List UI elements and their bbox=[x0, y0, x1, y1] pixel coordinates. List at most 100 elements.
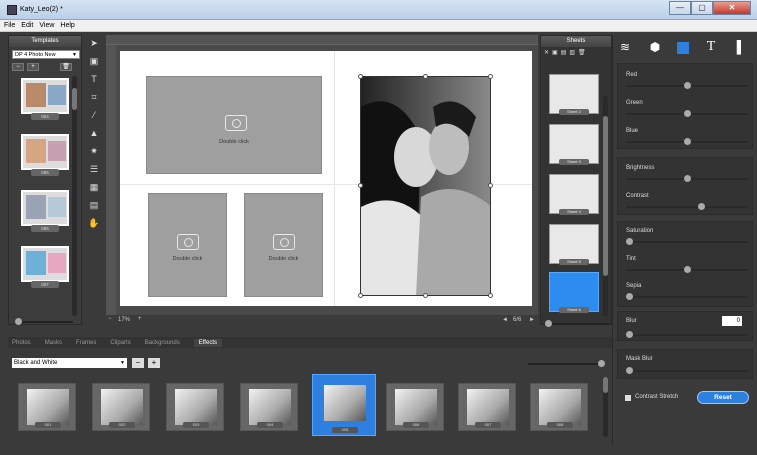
sheet-delete-button[interactable]: 🗑 bbox=[578, 49, 586, 56]
menu-bar: File Edit View Help bbox=[0, 20, 757, 32]
resize-handle[interactable] bbox=[488, 183, 493, 188]
text-tab-icon[interactable]: T bbox=[703, 39, 719, 55]
blur-slider[interactable] bbox=[626, 331, 748, 338]
effect-thumbnail-selected[interactable]: 005 bbox=[312, 374, 376, 436]
effect-thumbnail[interactable]: 002 bbox=[92, 383, 150, 431]
green-slider[interactable] bbox=[626, 110, 748, 117]
contrast-slider[interactable] bbox=[626, 203, 748, 210]
resize-handle[interactable] bbox=[423, 74, 428, 79]
photo-slot[interactable]: Double click bbox=[146, 76, 322, 174]
color-group: Red Green Blue bbox=[617, 63, 753, 149]
sheet-thumbnail[interactable]: Sheet 3 bbox=[549, 124, 599, 165]
effect-remove-button[interactable]: − bbox=[132, 358, 144, 368]
vertical-ruler bbox=[106, 45, 116, 315]
template-delete-button[interactable]: 🗑 bbox=[60, 63, 72, 71]
frame-tool-icon[interactable]: ▣ bbox=[86, 53, 102, 69]
tab-effects[interactable]: Effects bbox=[193, 338, 222, 347]
light-tool-icon[interactable]: ✷ bbox=[86, 143, 102, 159]
resize-handle[interactable] bbox=[358, 293, 363, 298]
saturation-slider[interactable] bbox=[626, 238, 748, 245]
close-button[interactable]: ✕ bbox=[713, 1, 751, 15]
sheets-size-slider[interactable] bbox=[545, 320, 609, 327]
sheets-panel: Sheets ✕ ▣ ▤ ▥ 🗑 Sheet 2 Sheet 3 Sheet 4… bbox=[540, 35, 612, 327]
photo-slot[interactable]: Double click bbox=[148, 193, 227, 297]
menu-help[interactable]: Help bbox=[60, 22, 74, 29]
pointer-tool-icon[interactable]: ➤ bbox=[86, 35, 102, 51]
resize-handle[interactable] bbox=[358, 74, 363, 79]
template-item[interactable]: 007 bbox=[21, 246, 69, 288]
3d-box-tab-icon[interactable]: ⬢ bbox=[647, 39, 663, 55]
menu-view[interactable]: View bbox=[39, 22, 54, 29]
template-category-select[interactable]: DP 4 Photo New bbox=[12, 50, 80, 60]
text-tool-icon[interactable]: T bbox=[86, 71, 102, 87]
effect-add-button[interactable]: + bbox=[148, 358, 160, 368]
tint-slider[interactable] bbox=[626, 266, 748, 273]
blue-slider[interactable] bbox=[626, 138, 748, 145]
effect-thumbnail[interactable]: 008 bbox=[530, 383, 588, 431]
template-item[interactable]: 005 bbox=[21, 134, 69, 176]
effects-scrollbar[interactable] bbox=[603, 377, 608, 437]
grid-tool-icon[interactable]: ▦ bbox=[86, 179, 102, 195]
resize-handle[interactable] bbox=[488, 74, 493, 79]
sheet-copy-button[interactable]: ▤ bbox=[561, 49, 567, 56]
maximize-button[interactable]: ▢ bbox=[691, 1, 713, 15]
tab-photos[interactable]: Photos bbox=[12, 340, 31, 346]
adjust-tab-icon[interactable] bbox=[677, 42, 689, 54]
minimize-button[interactable]: — bbox=[669, 1, 691, 15]
list-tool-icon[interactable]: ☰ bbox=[86, 161, 102, 177]
sheet-thumbnail-selected[interactable]: Sheet 6 bbox=[549, 272, 599, 313]
reset-button[interactable]: Reset bbox=[697, 391, 749, 404]
tab-masks[interactable]: Masks bbox=[45, 340, 62, 346]
sheet-thumbnail[interactable]: Sheet 4 bbox=[549, 174, 599, 215]
sheet-thumbnail[interactable]: Sheet 5 bbox=[549, 224, 599, 265]
resize-handle[interactable] bbox=[488, 293, 493, 298]
effect-type-select[interactable]: Black and White bbox=[12, 358, 127, 368]
bottom-panel: Photos Masks Frames Cliparts Backgrounds… bbox=[8, 337, 612, 445]
prev-page-button[interactable]: ◄ bbox=[502, 317, 508, 323]
zoom-in-button[interactable]: + bbox=[138, 316, 142, 322]
next-page-button[interactable]: ► bbox=[529, 317, 535, 323]
effect-thumbnail[interactable]: 007 bbox=[458, 383, 516, 431]
layout-tool-icon[interactable]: ▤ bbox=[86, 197, 102, 213]
sheet-thumbnail[interactable]: Sheet 2 bbox=[549, 74, 599, 115]
tab-cliparts[interactable]: Cliparts bbox=[110, 340, 130, 346]
brightness-slider[interactable] bbox=[626, 175, 748, 182]
sheet-add-button[interactable]: ▣ bbox=[552, 49, 558, 56]
sheet-move-button[interactable]: ▥ bbox=[569, 49, 575, 56]
tab-frames[interactable]: Frames bbox=[76, 340, 96, 346]
blur-value-field[interactable]: 0 bbox=[722, 316, 742, 326]
photo-slot[interactable]: Double click bbox=[244, 193, 323, 297]
window-title: Katy_Leo(2) * bbox=[20, 6, 63, 13]
templates-size-slider[interactable] bbox=[15, 318, 73, 325]
sepia-slider[interactable] bbox=[626, 293, 748, 300]
sheets-scrollbar[interactable] bbox=[603, 96, 608, 316]
stamp-tool-icon[interactable]: ▲ bbox=[86, 125, 102, 141]
template-item[interactable]: 006 bbox=[21, 190, 69, 232]
resize-handle[interactable] bbox=[423, 293, 428, 298]
brush-tool-icon[interactable]: ⁄ bbox=[86, 107, 102, 123]
effect-thumbnail[interactable]: 004 bbox=[240, 383, 298, 431]
menu-file[interactable]: File bbox=[4, 22, 15, 29]
effect-thumbnail[interactable]: 006 bbox=[386, 383, 444, 431]
template-remove-button[interactable]: − bbox=[12, 63, 24, 71]
couple-photo[interactable] bbox=[360, 76, 491, 296]
template-item[interactable]: 004 bbox=[21, 78, 69, 120]
resize-handle[interactable] bbox=[358, 183, 363, 188]
thumb-size-slider[interactable] bbox=[528, 360, 605, 367]
templates-scrollbar[interactable] bbox=[72, 76, 77, 316]
sheet-remove-button[interactable]: ✕ bbox=[544, 49, 549, 56]
layers-tab-icon[interactable]: ≋ bbox=[617, 39, 633, 55]
panel-tab-icon[interactable]: ▌ bbox=[733, 39, 749, 55]
tab-backgrounds[interactable]: Backgrounds bbox=[145, 340, 180, 346]
contrast-stretch-checkbox[interactable] bbox=[625, 395, 631, 401]
crop-tool-icon[interactable]: ⌗ bbox=[86, 89, 102, 105]
menu-edit[interactable]: Edit bbox=[21, 22, 33, 29]
red-slider[interactable] bbox=[626, 82, 748, 89]
effect-thumbnail[interactable]: 003 bbox=[166, 383, 224, 431]
mask-blur-slider[interactable] bbox=[626, 367, 748, 374]
template-add-button[interactable]: + bbox=[27, 63, 39, 71]
camera-icon bbox=[225, 115, 247, 131]
hand-tool-icon[interactable]: ✋ bbox=[86, 215, 102, 231]
effect-thumbnail[interactable]: 001 bbox=[18, 383, 76, 431]
zoom-out-button[interactable]: − bbox=[108, 316, 112, 322]
